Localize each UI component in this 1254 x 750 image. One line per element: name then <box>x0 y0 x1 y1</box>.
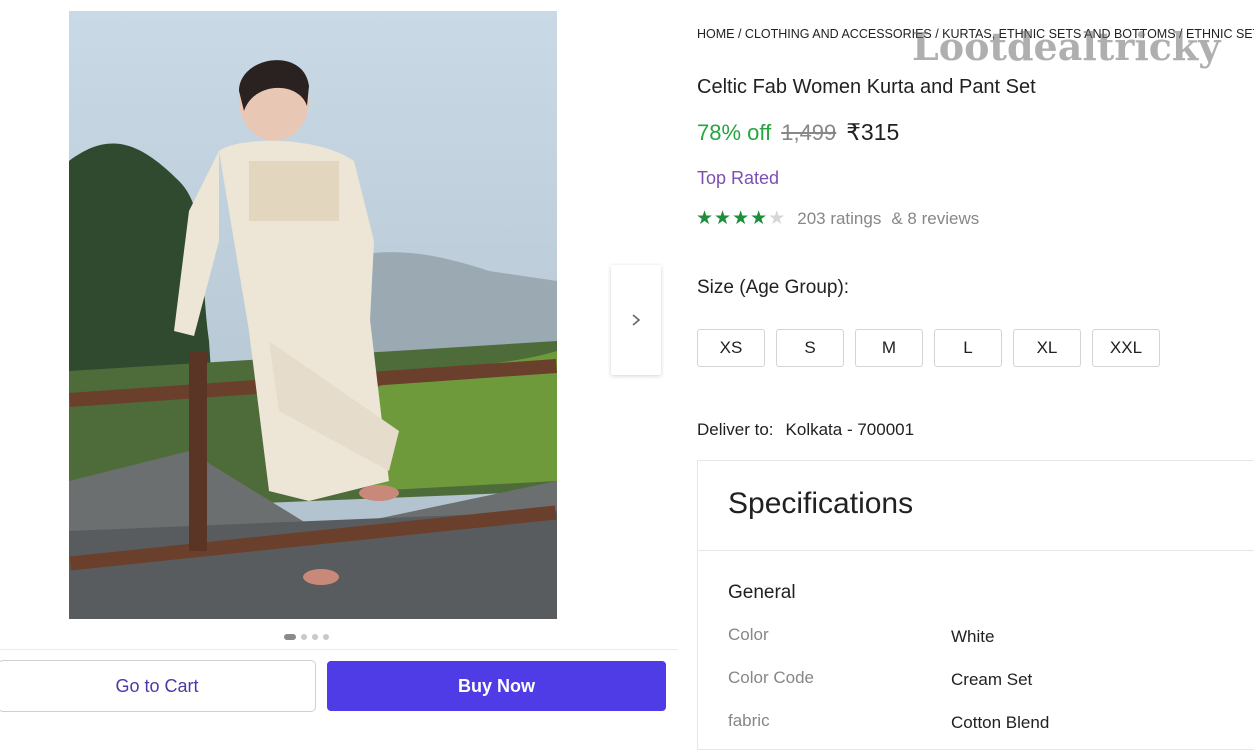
star-rating: ★ ★ ★ ★ ★ <box>696 209 785 229</box>
product-image[interactable] <box>69 11 557 619</box>
size-option-xl[interactable]: XL <box>1013 329 1081 367</box>
spec-value: Cream Set <box>951 670 1033 689</box>
size-option-l[interactable]: L <box>934 329 1002 367</box>
chevron-right-icon <box>632 314 641 326</box>
product-title: Celtic Fab Women Kurta and Pant Set <box>697 76 1036 98</box>
carousel-dots <box>284 633 329 641</box>
spec-section-title: General <box>728 582 796 603</box>
top-rated-badge: Top Rated <box>697 168 780 188</box>
size-option-xxl[interactable]: XXL <box>1092 329 1160 367</box>
buy-now-button[interactable]: Buy Now <box>327 661 666 711</box>
original-price: 1,499 <box>781 120 837 145</box>
carousel-dot[interactable] <box>301 634 307 640</box>
size-option-xs[interactable]: XS <box>697 329 765 367</box>
spec-key: Color <box>728 625 769 644</box>
price-row: 78% off 1,499 ₹315 <box>697 119 899 146</box>
star-icon: ★ <box>768 208 786 229</box>
carousel-dot[interactable] <box>284 634 296 640</box>
discount-percent: 78% off <box>697 120 772 145</box>
delivery-info[interactable]: Deliver to: Kolkata - 700001 <box>697 420 914 440</box>
star-icon: ★ <box>696 208 714 229</box>
size-option-m[interactable]: M <box>855 329 923 367</box>
selling-price: ₹315 <box>846 119 900 145</box>
star-icon: ★ <box>714 208 732 229</box>
ratings-count: 203 ratings <box>797 209 882 228</box>
spec-key: fabric <box>728 711 770 730</box>
rating-row[interactable]: ★ ★ ★ ★ ★ 203 ratings & 8 reviews <box>696 209 979 229</box>
carousel-dot[interactable] <box>323 634 329 640</box>
star-icon: ★ <box>732 208 750 229</box>
size-option-s[interactable]: S <box>776 329 844 367</box>
delivery-location: Kolkata - 700001 <box>785 420 915 439</box>
size-label: Size (Age Group): <box>697 277 850 298</box>
go-to-cart-button[interactable]: Go to Cart <box>0 660 316 712</box>
reviews-count: & 8 reviews <box>891 209 980 228</box>
carousel-dot[interactable] <box>312 634 318 640</box>
divider <box>698 550 1254 551</box>
deliver-label: Deliver to: <box>697 420 774 439</box>
next-image-button[interactable] <box>611 265 661 375</box>
specifications-title: Specifications <box>728 487 914 520</box>
spec-value: White <box>951 627 995 646</box>
spec-value: Cotton Blend <box>951 713 1050 732</box>
star-icon: ★ <box>750 208 768 229</box>
spec-key: Color Code <box>728 668 814 687</box>
watermark: Lootdealtricky <box>912 24 1221 69</box>
size-options: XS S M L XL XXL <box>697 329 1160 367</box>
